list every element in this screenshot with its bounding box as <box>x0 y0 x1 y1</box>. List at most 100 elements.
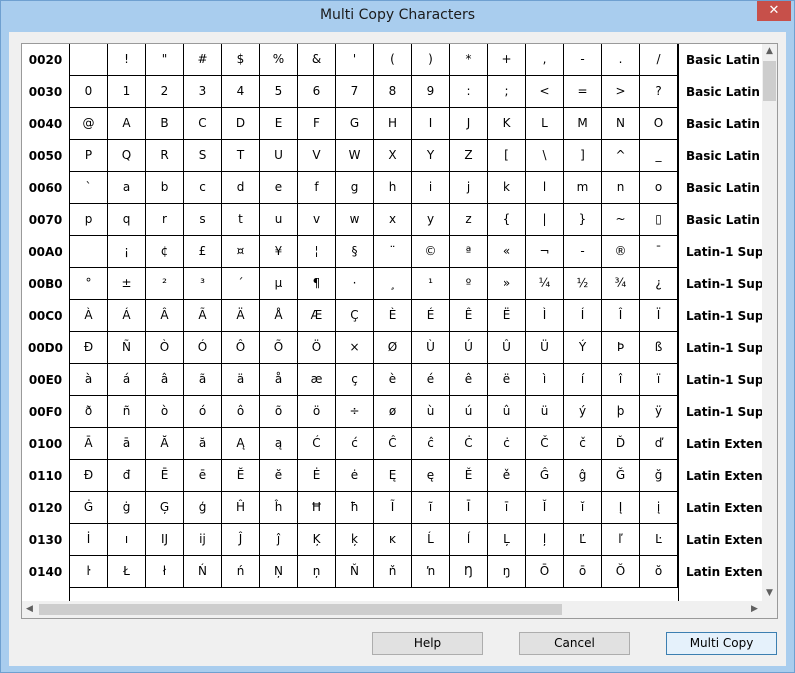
character-cell[interactable]: Ŏ <box>602 556 640 588</box>
character-cell[interactable]: Á <box>108 300 146 332</box>
character-cell[interactable]: Ġ <box>70 492 108 524</box>
character-cell[interactable]: Ļ <box>488 524 526 556</box>
character-cell[interactable]: ĉ <box>412 428 450 460</box>
character-cell[interactable]: Ń <box>184 556 222 588</box>
character-cell[interactable]: r <box>146 204 184 236</box>
character-cell[interactable]: Č <box>526 428 564 460</box>
close-button[interactable]: ✕ <box>757 1 791 21</box>
character-cell[interactable]: ¸ <box>374 268 412 300</box>
character-cell[interactable]: ç <box>336 364 374 396</box>
character-cell[interactable]: ì <box>526 364 564 396</box>
character-cell[interactable]: Î <box>602 300 640 332</box>
character-cell[interactable]: m <box>564 172 602 204</box>
character-cell[interactable]: Ł <box>108 556 146 588</box>
character-cell[interactable]: ć <box>336 428 374 460</box>
character-cell[interactable]: ¤ <box>222 236 260 268</box>
character-cell[interactable]: + <box>488 44 526 76</box>
character-cell[interactable]: Ò <box>146 332 184 364</box>
character-cell[interactable]: İ <box>70 524 108 556</box>
character-cell[interactable]: ¶ <box>298 268 336 300</box>
character-cell[interactable]: đ <box>108 460 146 492</box>
character-cell[interactable]: l <box>526 172 564 204</box>
character-cell[interactable]: į <box>640 492 678 524</box>
character-cell[interactable]: ÷ <box>336 396 374 428</box>
character-cell[interactable]: ĸ <box>374 524 412 556</box>
character-cell[interactable]: Ō <box>526 556 564 588</box>
character-cell[interactable]: Ě <box>450 460 488 492</box>
character-cell[interactable]: Ĕ <box>222 460 260 492</box>
character-cell[interactable]: ü <box>526 396 564 428</box>
character-cell[interactable]: V <box>298 140 336 172</box>
character-cell[interactable]: ĭ <box>564 492 602 524</box>
character-cell[interactable]: ½ <box>564 268 602 300</box>
character-cell[interactable]: Q <box>108 140 146 172</box>
character-cell[interactable]: £ <box>184 236 222 268</box>
character-cell[interactable]: Ć <box>298 428 336 460</box>
character-cell[interactable]: A <box>108 108 146 140</box>
character-cell[interactable]: ŉ <box>412 556 450 588</box>
character-cell[interactable]: Ó <box>184 332 222 364</box>
character-cell[interactable]: ~ <box>602 204 640 236</box>
character-cell[interactable]: w <box>336 204 374 236</box>
character-cell[interactable]: È <box>374 300 412 332</box>
character-cell[interactable]: · <box>336 268 374 300</box>
character-cell[interactable]: Ē <box>146 460 184 492</box>
character-cell[interactable]: ¡ <box>108 236 146 268</box>
character-cell[interactable]: Ň <box>336 556 374 588</box>
character-cell[interactable]: W <box>336 140 374 172</box>
character-cell[interactable]: º <box>450 268 488 300</box>
character-cell[interactable]: ĩ <box>412 492 450 524</box>
character-cell[interactable]: ´ <box>222 268 260 300</box>
character-cell[interactable]: Ý <box>564 332 602 364</box>
character-cell[interactable]: b <box>146 172 184 204</box>
character-cell[interactable]: Ä <box>222 300 260 332</box>
character-cell[interactable]: Ė <box>298 460 336 492</box>
character-cell[interactable]: Y <box>412 140 450 172</box>
character-cell[interactable]: Ĥ <box>222 492 260 524</box>
character-cell[interactable]: ú <box>450 396 488 428</box>
character-cell[interactable]: C <box>184 108 222 140</box>
character-cell[interactable]: µ <box>260 268 298 300</box>
character-cell[interactable]: ń <box>222 556 260 588</box>
character-cell[interactable]: ¯ <box>640 236 678 268</box>
character-cell[interactable]: Ď <box>602 428 640 460</box>
character-cell[interactable]: ı <box>108 524 146 556</box>
scroll-up-arrow-icon[interactable]: ▲ <box>762 44 777 59</box>
character-cell[interactable]: ê <box>450 364 488 396</box>
character-cell[interactable]: e <box>260 172 298 204</box>
character-cell[interactable]: B <box>146 108 184 140</box>
character-cell[interactable]: 6 <box>298 76 336 108</box>
character-cell[interactable]: ® <box>602 236 640 268</box>
character-cell[interactable]: 9 <box>412 76 450 108</box>
character-cell[interactable]: Í <box>564 300 602 332</box>
character-cell[interactable]: Ô <box>222 332 260 364</box>
character-cell[interactable]: ľ <box>602 524 640 556</box>
character-cell[interactable]: U <box>260 140 298 172</box>
character-cell[interactable]: v <box>298 204 336 236</box>
character-cell[interactable]: Ĺ <box>412 524 450 556</box>
character-cell[interactable]: # <box>184 44 222 76</box>
character-cell[interactable]: = <box>564 76 602 108</box>
character-cell[interactable]: Ü <box>526 332 564 364</box>
character-cell[interactable]: Z <box>450 140 488 172</box>
character-cell[interactable]: G <box>336 108 374 140</box>
character-cell[interactable]: ª <box>450 236 488 268</box>
character-cell[interactable]: - <box>564 44 602 76</box>
character-cell[interactable]: : <box>450 76 488 108</box>
character-cell[interactable]: J <box>450 108 488 140</box>
character-cell[interactable]: ē <box>184 460 222 492</box>
character-cell[interactable]: ¼ <box>526 268 564 300</box>
vertical-scrollbar[interactable]: ▲ ▼ <box>762 44 777 601</box>
character-cell[interactable]: H <box>374 108 412 140</box>
character-cell[interactable]: 7 <box>336 76 374 108</box>
character-cell[interactable]: © <box>412 236 450 268</box>
character-cell[interactable]: j <box>450 172 488 204</box>
character-cell[interactable]: á <box>108 364 146 396</box>
character-cell[interactable]: û <box>488 396 526 428</box>
character-cell[interactable]: Ĵ <box>222 524 260 556</box>
character-cell[interactable]: ċ <box>488 428 526 460</box>
character-cell[interactable]: ģ <box>184 492 222 524</box>
character-cell[interactable]: } <box>564 204 602 236</box>
character-cell[interactable]: ³ <box>184 268 222 300</box>
character-cell[interactable]: Â <box>146 300 184 332</box>
